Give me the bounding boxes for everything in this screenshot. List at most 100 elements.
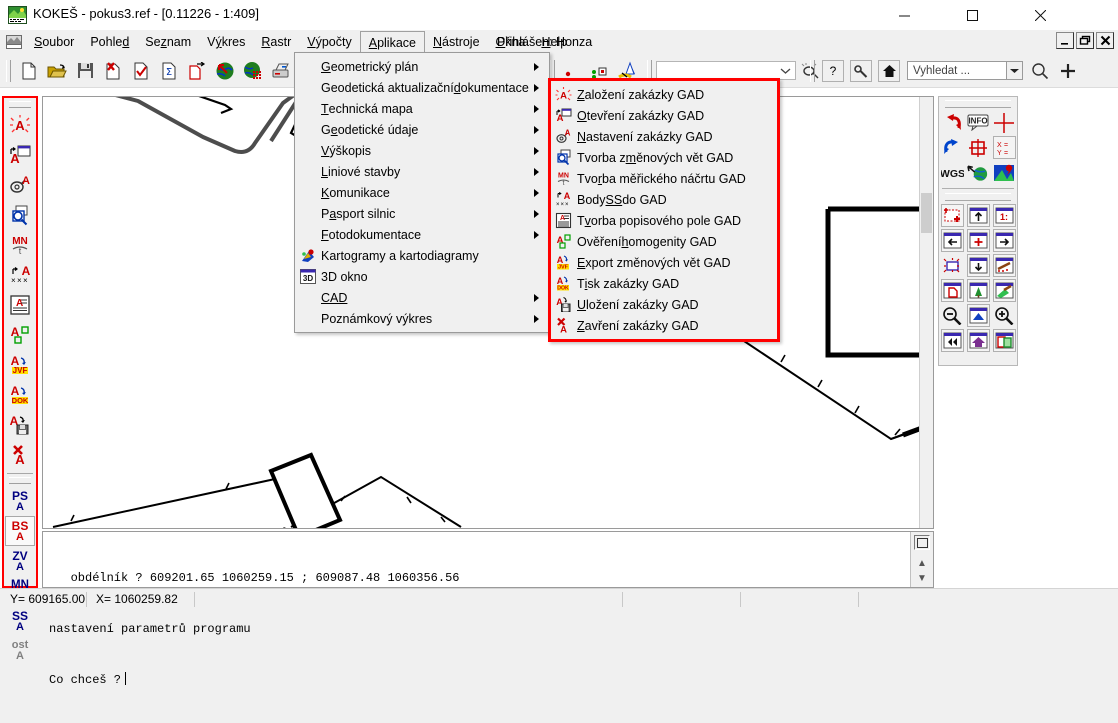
menu-item-geometricky-plan[interactable]: Geometrický plán — [295, 56, 549, 77]
new-view-icon[interactable] — [940, 279, 964, 302]
right-panel-grip-2[interactable] — [945, 193, 1011, 201]
target-red-icon[interactable] — [967, 136, 990, 159]
pan-right-icon[interactable] — [992, 229, 1016, 252]
menu-pohled[interactable]: Pohled — [82, 30, 137, 54]
console-scrollbar[interactable]: ▲ ▼ — [910, 532, 933, 587]
pan-down-icon[interactable] — [966, 254, 990, 277]
search-input[interactable]: Vyhledat ... — [907, 61, 1007, 80]
left-btn-body-ss-do-gad[interactable]: A × × × — [5, 260, 35, 290]
open-folder-icon[interactable] — [44, 58, 70, 84]
window-maximize-button[interactable] — [950, 0, 995, 30]
menu-vykres[interactable]: Výkres — [199, 30, 253, 54]
save-disk-icon[interactable] — [72, 58, 98, 84]
measure-icon[interactable] — [992, 254, 1016, 277]
menu-aplikace[interactable]: Aplikace — [359, 31, 425, 53]
menu-nastroje[interactable]: Nástroje — [425, 30, 488, 54]
left-btn-otevreni-zakazky-gad[interactable]: A — [5, 140, 35, 170]
info-icon[interactable]: INFO — [967, 111, 990, 134]
zoom-in-icon[interactable] — [993, 304, 1016, 327]
globe-red-arrow-icon[interactable] — [212, 58, 238, 84]
menu-item-komunikace[interactable]: Komunikace — [295, 182, 549, 203]
pan-left-icon[interactable] — [940, 229, 964, 252]
search-dropdown-button[interactable] — [1007, 61, 1023, 80]
toolbar-grip-1[interactable] — [6, 59, 11, 82]
submenu-item-otevreni-zakazky-gad[interactable]: A Otevření zakázky GAD — [551, 105, 777, 126]
menu-item-fotodokumentace[interactable]: Fotodokumentace — [295, 224, 549, 245]
submenu-item-tisk-zakazky-gad[interactable]: A DOK Ti sk zakázky GAD — [551, 273, 777, 294]
zoom-out-icon[interactable] — [941, 304, 964, 327]
menu-item-vyskopis[interactable]: Výškopis — [295, 140, 549, 161]
xy-coords-icon[interactable]: X = Y = — [992, 136, 1016, 159]
delete-file-icon[interactable] — [100, 58, 126, 84]
left-btn-zalozeni-zakazky-gad[interactable]: A — [5, 110, 35, 140]
mdi-restore-button[interactable] — [1076, 32, 1094, 49]
search-magnifier-icon[interactable] — [1027, 58, 1053, 84]
scale-ratio-icon[interactable]: 1: — [992, 204, 1016, 227]
submenu-item-tvorba-zmenovych-vet-gad[interactable]: Tvorba z m ěnových vět GAD — [551, 147, 777, 168]
mdi-minimize-button[interactable] — [1056, 32, 1074, 49]
check-file-icon[interactable] — [128, 58, 154, 84]
left-btn-ulozeni-zakazky-gad[interactable]: A — [5, 410, 35, 440]
menu-item-geodeticke-udaje[interactable]: Ge odetické údaje — [295, 119, 549, 140]
print-preview-icon[interactable] — [268, 58, 294, 84]
command-console[interactable]: obdélník ? 609201.65 1060259.15 ; 609087… — [42, 531, 934, 687]
submenu-item-overeni-homogenity-gad[interactable]: A Ověření h omogenity GAD — [551, 231, 777, 252]
center-icon[interactable] — [966, 229, 990, 252]
export-file-icon[interactable] — [184, 58, 210, 84]
console-scroll-box-button[interactable] — [914, 535, 930, 550]
window-close-button[interactable] — [1018, 0, 1063, 30]
left-btn-nastaveni-zakazky-gad[interactable]: A — [5, 170, 35, 200]
canvas-vertical-scrollbar[interactable] — [919, 97, 933, 528]
menu-item-pasport-silnic[interactable]: Pa sport silnic — [295, 203, 549, 224]
left-btn-tvorba-merickeho-nacrtu-gad[interactable]: MN t — [5, 230, 35, 260]
left-btn-layer-ss[interactable]: SS A — [5, 606, 35, 636]
help-button[interactable]: ? — [822, 59, 844, 82]
left-btn-zavreni-zakazky-gad[interactable]: A — [5, 440, 35, 470]
undo-arrow-icon[interactable] — [941, 111, 964, 134]
submenu-item-zavreni-zakazky-gad[interactable]: A Zavření zakázky GAD — [551, 315, 777, 336]
left-btn-tvorba-zmenovych-vet-gad[interactable] — [5, 200, 35, 230]
left-btn-export-zmenovych-vet-gad[interactable]: A JVF — [5, 350, 35, 380]
tools-wrench-icon[interactable] — [850, 59, 872, 82]
submenu-item-tvorba-popisoveho-pole-gad[interactable]: A Tv orba popisového pole GAD — [551, 210, 777, 231]
console-scroll-down-icon[interactable]: ▼ — [916, 573, 928, 584]
right-panel-grip-1[interactable] — [945, 100, 1011, 108]
menu-item-technicka-mapa[interactable]: Technická mapa — [295, 98, 549, 119]
add-plus-icon[interactable] — [1055, 58, 1081, 84]
zoom-extents-icon[interactable] — [941, 254, 964, 277]
left-toolbar-grip-1[interactable] — [9, 101, 31, 108]
redo-arrow-icon[interactable] — [941, 136, 964, 159]
menu-item-poznamkovy-vykres[interactable]: Poznámkový výkres — [295, 308, 549, 329]
menu-vypocty[interactable]: Výpočty — [299, 30, 359, 54]
left-toolbar-grip-2[interactable] — [9, 477, 31, 484]
submenu-item-zalozeni-zakazky-gad[interactable]: A Založení zakázky GAD — [551, 84, 777, 105]
globe-pin-icon[interactable] — [966, 161, 990, 184]
submenu-item-body-ss-do-gad[interactable]: A × × × Body SS do GAD — [551, 189, 777, 210]
submenu-item-tvorba-merickeho-nacrtu-gad[interactable]: MN t Tvo r ba měřického náčrtu GAD — [551, 168, 777, 189]
scrollbar-thumb[interactable] — [921, 193, 932, 233]
tree-layer-icon[interactable] — [966, 279, 990, 302]
left-btn-layer-zv[interactable]: ZV A — [5, 546, 35, 576]
left-btn-layer-ost[interactable]: ost A — [5, 636, 35, 666]
window-minimize-button[interactable] — [882, 0, 927, 30]
menu-item-liniove-stavby[interactable]: Liniové stavby — [295, 161, 549, 182]
wgs-icon[interactable]: WGS — [941, 161, 964, 184]
menu-item-cad[interactable]: CAD — [295, 287, 549, 308]
toolbar-grip-6[interactable] — [810, 59, 815, 82]
new-file-icon[interactable] — [16, 58, 42, 84]
submenu-item-nastaveni-zakazky-gad[interactable]: A Nastavení zakázky GAD — [551, 126, 777, 147]
menu-soubor[interactable]: Soubor — [26, 30, 82, 54]
submenu-item-export-zmenovych-vet-gad[interactable]: A JVF Export změnových vět GAD — [551, 252, 777, 273]
menu-rastr[interactable]: Rastr — [253, 30, 299, 54]
mdi-close-button[interactable] — [1096, 32, 1114, 49]
home-icon[interactable] — [878, 59, 900, 82]
globe-grid-icon[interactable] — [240, 58, 266, 84]
submenu-item-ulozeni-zakazky-gad[interactable]: A Uložení zakázky GAD — [551, 294, 777, 315]
zoom-window-icon[interactable] — [940, 204, 964, 227]
menu-item-kartogramy-a-kartodiagramy[interactable]: Kartogramy a kartodiagramy — [295, 245, 549, 266]
home-view-icon[interactable] — [966, 329, 990, 352]
crosshair-icon[interactable] — [993, 111, 1016, 134]
console-scroll-up-icon[interactable]: ▲ — [916, 558, 928, 569]
sum-file-icon[interactable]: Σ — [156, 58, 182, 84]
paint-layer-icon[interactable] — [992, 279, 1016, 302]
